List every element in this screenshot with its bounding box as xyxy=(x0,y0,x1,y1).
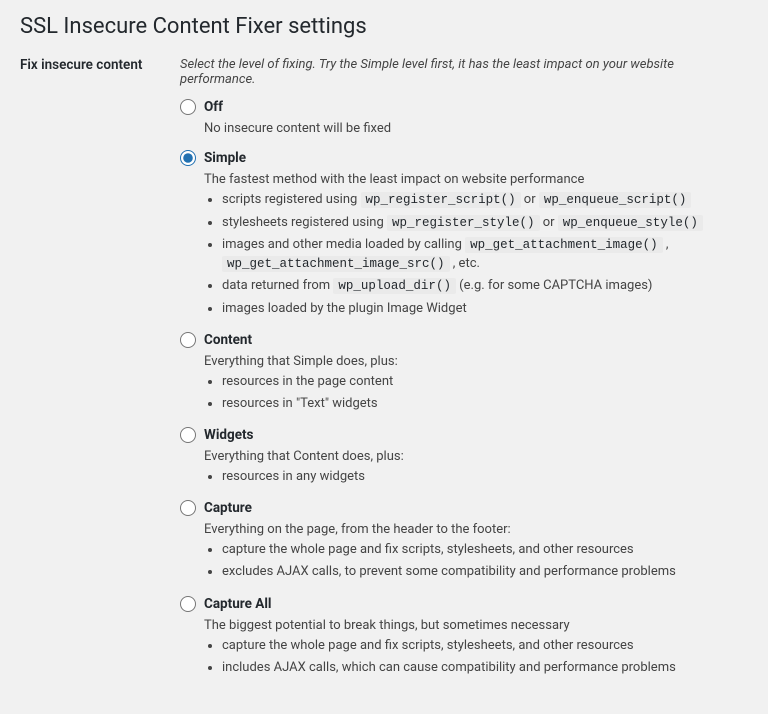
option-content: Content Everything that Simple does, plu… xyxy=(180,332,748,413)
list-item: images loaded by the plugin Image Widget xyxy=(222,300,748,318)
capture-all-desc: The biggest potential to break things, b… xyxy=(204,618,748,633)
widgets-bullets: resources in any widgets xyxy=(204,468,748,486)
code-snippet: wp_register_style() xyxy=(387,215,540,231)
simple-desc: The fastest method with the least impact… xyxy=(204,172,748,187)
list-item: resources in any widgets xyxy=(222,468,748,486)
radio-content[interactable] xyxy=(180,332,196,348)
capture-desc: Everything on the page, from the header … xyxy=(204,522,748,537)
off-desc: No insecure content will be fixed xyxy=(204,121,748,136)
code-snippet: wp_enqueue_style() xyxy=(558,215,703,231)
simple-bullets: scripts registered using wp_register_scr… xyxy=(204,191,748,318)
list-item: data returned from wp_upload_dir() (e.g.… xyxy=(222,277,748,296)
radio-simple[interactable] xyxy=(180,150,196,166)
option-widgets: Widgets Everything that Content does, pl… xyxy=(180,427,748,486)
radio-content-label: Content xyxy=(204,332,252,348)
capture-bullets: capture the whole page and fix scripts, … xyxy=(204,541,748,581)
radio-capture-label: Capture xyxy=(204,500,252,516)
option-simple: Simple The fastest method with the least… xyxy=(180,150,748,318)
code-snippet: wp_get_attachment_image() xyxy=(465,237,663,253)
widgets-desc: Everything that Content does, plus: xyxy=(204,449,748,464)
list-item: capture the whole page and fix scripts, … xyxy=(222,637,748,655)
content-bullets: resources in the page content resources … xyxy=(204,373,748,413)
option-capture-all: Capture All The biggest potential to bre… xyxy=(180,596,748,677)
list-item: capture the whole page and fix scripts, … xyxy=(222,541,748,559)
radio-capture[interactable] xyxy=(180,500,196,516)
radio-simple-label: Simple xyxy=(204,150,246,166)
content-desc: Everything that Simple does, plus: xyxy=(204,354,748,369)
list-item: includes AJAX calls, which can cause com… xyxy=(222,659,748,677)
list-item: images and other media loaded by calling… xyxy=(222,236,748,273)
radio-off[interactable] xyxy=(180,99,196,115)
list-item: stylesheets registered using wp_register… xyxy=(222,214,748,233)
page-title: SSL Insecure Content Fixer settings xyxy=(20,14,748,39)
radio-capture-all-label: Capture All xyxy=(204,596,271,612)
radio-widgets-label: Widgets xyxy=(204,427,254,443)
code-snippet: wp_upload_dir() xyxy=(333,278,456,294)
list-item: excludes AJAX calls, to prevent some com… xyxy=(222,563,748,581)
code-snippet: wp_enqueue_script() xyxy=(539,192,692,208)
radio-widgets[interactable] xyxy=(180,427,196,443)
list-item: resources in the page content xyxy=(222,373,748,391)
option-off: Off No insecure content will be fixed xyxy=(180,99,748,136)
code-snippet: wp_register_script() xyxy=(361,192,521,208)
option-capture: Capture Everything on the page, from the… xyxy=(180,500,748,581)
settings-form-table: Fix insecure content Select the level of… xyxy=(20,57,748,691)
list-item: resources in "Text" widgets xyxy=(222,395,748,413)
settings-page: SSL Insecure Content Fixer settings Fix … xyxy=(0,0,768,711)
code-snippet: wp_get_attachment_image_src() xyxy=(222,256,450,272)
capture-all-bullets: capture the whole page and fix scripts, … xyxy=(204,637,748,677)
list-item: scripts registered using wp_register_scr… xyxy=(222,191,748,210)
section-intro: Select the level of fixing. Try the Simp… xyxy=(180,57,748,87)
radio-capture-all[interactable] xyxy=(180,596,196,612)
radio-off-label: Off xyxy=(204,99,223,115)
section-label: Fix insecure content xyxy=(20,57,180,691)
